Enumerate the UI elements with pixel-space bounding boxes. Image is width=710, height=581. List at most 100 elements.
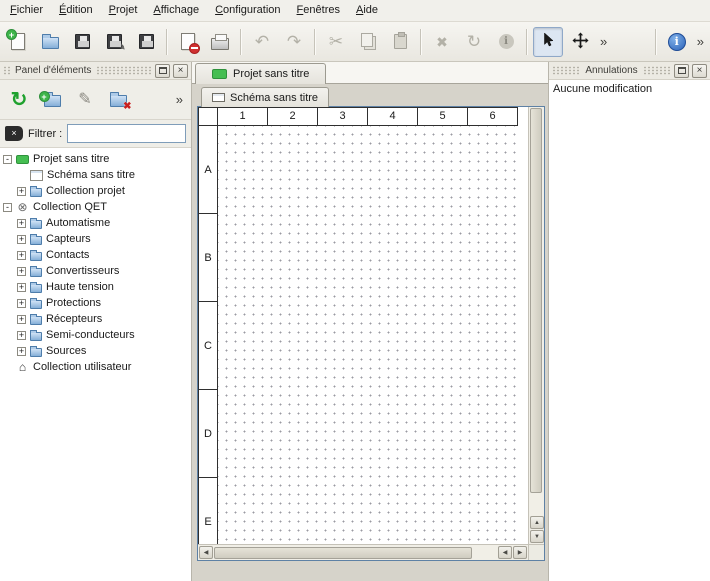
close-panel-button[interactable]: × — [692, 64, 707, 78]
copy-button[interactable] — [353, 27, 383, 57]
tree-item[interactable]: +Convertisseurs — [0, 263, 191, 279]
menu-item[interactable]: Fichier — [2, 0, 51, 21]
edit-element-button[interactable]: ✎ — [71, 86, 99, 114]
undo-button[interactable]: ↶ — [247, 27, 277, 57]
new-element-button[interactable]: + — [38, 86, 66, 114]
vertical-scrollbar[interactable]: ▲ ▼ — [528, 107, 544, 544]
save-as-button[interactable]: ✎ — [99, 27, 129, 57]
menu-item[interactable]: Fenêtres — [289, 0, 348, 21]
tree-expander-icon[interactable]: + — [17, 331, 26, 340]
redo-button[interactable]: ↷ — [279, 27, 309, 57]
tree-expander-icon[interactable]: + — [17, 235, 26, 244]
undo-panel-header: Annulations × — [549, 62, 710, 80]
tree-item[interactable]: ⌂Collection utilisateur — [0, 359, 191, 375]
close-file-button[interactable] — [173, 27, 203, 57]
vertical-scrollbar-track[interactable] — [530, 494, 543, 515]
schema-tab-label: Schéma sans titre — [230, 92, 318, 104]
toolbar-overflow-chevron-icon[interactable]: » — [597, 34, 610, 49]
scroll-up-button[interactable]: ▲ — [530, 516, 544, 529]
tree-item-label: Collection utilisateur — [33, 361, 131, 373]
print-button[interactable] — [205, 27, 235, 57]
menu-item[interactable]: Aide — [348, 0, 386, 21]
clear-filter-icon[interactable]: × — [5, 126, 23, 141]
new-file-button[interactable]: + — [3, 27, 33, 57]
elements-tree: -Projet sans titreSchéma sans titre+Coll… — [0, 148, 191, 581]
tree-expander-icon[interactable]: + — [17, 347, 26, 356]
reload-collections-button[interactable]: ↻ — [5, 86, 33, 114]
scroll-left-button[interactable]: ◀ — [199, 546, 213, 559]
cut-button[interactable]: ✂ — [321, 27, 351, 57]
copy-icon — [361, 33, 373, 47]
ruler-row-label: A — [199, 126, 218, 214]
tree-item[interactable]: -⊗Collection QET — [0, 199, 191, 215]
delete-element-button[interactable]: ✖ — [104, 86, 132, 114]
schema-frame: 123456 ABCDE — [197, 106, 545, 561]
tree-expander-icon[interactable]: - — [3, 203, 12, 212]
menu-item[interactable]: Édition — [51, 0, 101, 21]
scroll-down-button[interactable]: ▼ — [530, 530, 544, 543]
tree-item[interactable]: Schéma sans titre — [0, 167, 191, 183]
schema-frame-body: 123456 ABCDE — [198, 107, 544, 544]
tree-item[interactable]: +Contacts — [0, 247, 191, 263]
delete-button[interactable]: ✖ — [427, 27, 457, 57]
qet-icon: ⊗ — [16, 202, 29, 213]
tree-item[interactable]: +Haute tension — [0, 279, 191, 295]
scroll-right-button[interactable]: ▶ — [513, 546, 527, 559]
folder-icon — [30, 284, 42, 293]
tree-expander-icon[interactable]: + — [17, 219, 26, 228]
schema-icon — [30, 170, 43, 181]
diagram-grid[interactable] — [218, 126, 518, 544]
select-tool-button[interactable] — [533, 27, 563, 57]
tree-item[interactable]: +Récepteurs — [0, 311, 191, 327]
menu-item[interactable]: Projet — [101, 0, 146, 21]
save-all-icon — [139, 34, 154, 49]
tab-schema[interactable]: Schéma sans titre — [201, 87, 329, 107]
horizontal-scrollbar-thumb[interactable] — [214, 547, 472, 559]
open-file-button[interactable] — [35, 27, 65, 57]
float-panel-button[interactable] — [674, 64, 689, 78]
toolbar-overflow-chevron-icon[interactable]: » — [694, 34, 707, 49]
tree-expander-icon[interactable]: + — [17, 315, 26, 324]
tree-item[interactable]: -Projet sans titre — [0, 151, 191, 167]
folder-icon — [30, 332, 42, 341]
ruler-column-label: 5 — [418, 108, 468, 126]
paste-button[interactable] — [385, 27, 415, 57]
tree-expander-icon[interactable]: + — [17, 267, 26, 276]
dock-grip[interactable] — [3, 66, 10, 75]
horizontal-scrollbar[interactable]: ◀ ◀ ▶ — [198, 545, 528, 560]
tree-item[interactable]: +Sources — [0, 343, 191, 359]
tree-item[interactable]: +Collection projet — [0, 183, 191, 199]
close-panel-button[interactable]: × — [173, 64, 188, 78]
float-panel-button[interactable] — [155, 64, 170, 78]
tree-expander-icon[interactable]: - — [3, 155, 12, 164]
tree-expander-icon[interactable]: + — [17, 299, 26, 308]
move-tool-button[interactable] — [565, 27, 595, 57]
undo-icon: ↶ — [255, 33, 269, 50]
filter-input[interactable] — [67, 124, 186, 143]
dock-grip[interactable] — [552, 66, 580, 75]
vertical-scrollbar-thumb[interactable] — [530, 108, 542, 493]
tree-item[interactable]: +Protections — [0, 295, 191, 311]
cursor-arrow-icon — [540, 32, 556, 51]
about-info-button[interactable]: i — [662, 27, 692, 57]
menu-item[interactable]: Affichage — [145, 0, 207, 21]
dock-grip[interactable] — [96, 66, 152, 75]
undo-list[interactable]: Aucune modification — [549, 80, 710, 581]
save-button[interactable] — [67, 27, 97, 57]
element-info-button[interactable]: i — [491, 27, 521, 57]
tree-item[interactable]: +Semi-conducteurs — [0, 327, 191, 343]
cut-icon: ✂ — [329, 33, 343, 50]
tree-item[interactable]: +Capteurs — [0, 231, 191, 247]
tree-expander-icon[interactable]: + — [17, 283, 26, 292]
tab-project[interactable]: Projet sans titre — [195, 63, 326, 84]
diagram-view[interactable]: 123456 ABCDE — [198, 107, 528, 544]
tree-expander-icon[interactable]: + — [17, 251, 26, 260]
rotate-button[interactable]: ↻ — [459, 27, 489, 57]
elements-overflow-chevron-icon[interactable]: » — [173, 92, 186, 107]
menu-item[interactable]: Configuration — [207, 0, 288, 21]
save-all-button[interactable] — [131, 27, 161, 57]
tree-expander-icon[interactable]: + — [17, 187, 26, 196]
tree-item[interactable]: +Automatisme — [0, 215, 191, 231]
scroll-left-button-alt[interactable]: ◀ — [498, 546, 512, 559]
dock-grip[interactable] — [643, 66, 671, 75]
